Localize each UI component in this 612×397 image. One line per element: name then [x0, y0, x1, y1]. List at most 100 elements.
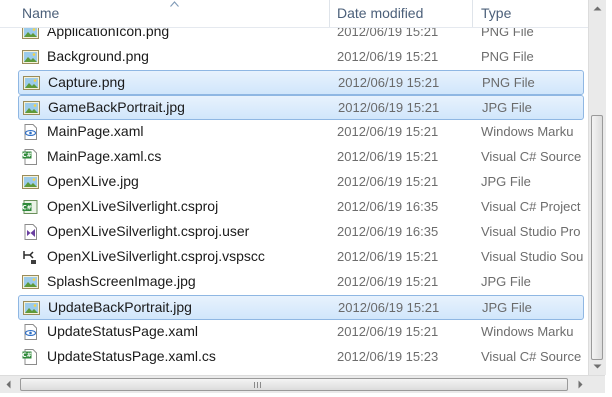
file-date-modified: 2012/06/19 15:21 [337, 249, 439, 264]
file-row[interactable]: C# OpenXLiveSilverlight.csproj 2012/06/19 … [18, 195, 584, 220]
xaml-icon [22, 124, 39, 140]
column-header-name[interactable]: Name [0, 0, 330, 27]
file-type: PNG File [481, 49, 534, 64]
file-name: UpdateStatusPage.xaml.cs [47, 348, 216, 364]
file-type: Visual C# Source [481, 349, 582, 364]
csharp-file-icon: C# [22, 149, 39, 165]
scrollbar-corner [605, 375, 612, 397]
file-name-cell[interactable]: C# OpenXLiveSilverlight.csproj [18, 195, 330, 218]
scroll-down-icon[interactable] [589, 358, 606, 375]
file-name: MainPage.xaml [47, 123, 144, 139]
file-date-modified: 2012/06/19 15:21 [337, 324, 439, 339]
file-date-modified: 2012/06/19 15:21 [337, 174, 439, 189]
file-name: SplashScreenImage.jpg [47, 273, 196, 289]
horizontal-scroll-thumb[interactable] [20, 378, 568, 391]
file-name-cell[interactable]: Background.png [18, 45, 330, 68]
svg-text:C#: C# [22, 205, 31, 212]
file-name: Capture.png [48, 74, 126, 90]
file-type: Visual Studio Pro [481, 224, 581, 239]
sort-ascending-icon [170, 1, 179, 7]
file-date-modified: 2012/06/19 15:23 [337, 349, 439, 364]
file-name: Background.png [47, 48, 149, 64]
file-type: Visual Studio Sou [481, 249, 584, 264]
file-name-cell[interactable]: UpdateStatusPage.xaml [18, 320, 330, 343]
file-name-cell[interactable]: UpdateBackPortrait.jpg [19, 296, 331, 319]
file-type: Windows Marku [481, 124, 574, 139]
xaml-icon [22, 324, 39, 340]
file-date-modified: 2012/06/19 15:21 [337, 49, 439, 64]
horizontal-scrollbar[interactable] [0, 375, 605, 393]
file-type: JPG File [482, 100, 532, 115]
column-header-date-modified[interactable]: Date modified [330, 0, 473, 27]
file-date-modified: 2012/06/19 15:21 [337, 274, 439, 289]
file-row[interactable]: OpenXLiveSilverlight.csproj.user 2012/06/… [18, 220, 584, 245]
file-date-modified: 2012/06/19 15:21 [338, 75, 440, 90]
csharp-project-icon: C# [22, 199, 39, 215]
file-row[interactable]: UpdateStatusPage.xaml 2012/06/19 15:21 Win… [18, 320, 584, 345]
svg-text:C#: C# [22, 152, 31, 159]
visual-studio-icon [22, 224, 39, 240]
image-icon [23, 75, 40, 91]
column-header-name-label: Name [22, 5, 60, 21]
file-name-cell[interactable]: OpenXLiveSilverlight.csproj.user [18, 220, 330, 243]
file-row[interactable]: SplashScreenImage.jpg 2012/06/19 15:21 JPG… [18, 270, 584, 295]
file-type: Visual C# Source [481, 149, 582, 164]
file-name: OpenXLiveSilverlight.csproj [47, 198, 219, 214]
file-name-cell[interactable]: Capture.png [19, 71, 331, 94]
file-date-modified: 2012/06/19 15:21 [338, 300, 440, 315]
file-name: UpdateStatusPage.xaml [47, 323, 198, 339]
file-name: MainPage.xaml.cs [47, 148, 162, 164]
file-name-cell[interactable]: SplashScreenImage.jpg [18, 270, 330, 293]
file-row[interactable]: GameBackPortrait.jpg 2012/06/19 15:21 JPG … [18, 95, 584, 120]
file-row[interactable]: C# MainPage.xaml.cs 2012/06/19 15:21 Visual… [18, 145, 584, 170]
column-header-date-label: Date modified [337, 5, 424, 21]
file-date-modified: 2012/06/19 16:35 [337, 199, 439, 214]
file-name: OpenXLiveSilverlight.csproj.user [47, 223, 250, 239]
file-name: GameBackPortrait.jpg [48, 99, 185, 115]
file-rows: ApplicationIcon.png 2012/06/19 15:21 PNG F… [0, 20, 588, 375]
file-name-cell[interactable]: C# MainPage.xaml.cs [18, 145, 330, 168]
file-type: Visual C# Project [481, 199, 581, 214]
file-type: JPG File [482, 300, 532, 315]
file-list-view: ApplicationIcon.png 2012/06/19 15:21 PNG F… [0, 0, 612, 397]
file-row[interactable]: C# UpdateStatusPage.xaml.cs 2012/06/19 15:… [18, 345, 584, 370]
image-icon [23, 300, 40, 316]
file-date-modified: 2012/06/19 15:21 [337, 124, 439, 139]
column-header-type-label: Type [481, 5, 512, 21]
file-row[interactable]: Background.png 2012/06/19 15:21 PNG File [18, 45, 584, 70]
column-header-bar: Name Date modified Type [0, 0, 588, 28]
file-row[interactable]: MainPage.xaml 2012/06/19 15:21 Windows Mar… [18, 120, 584, 145]
file-type: JPG File [481, 274, 531, 289]
file-name-cell[interactable]: OpenXLiveSilverlight.csproj.vspscc [18, 245, 330, 268]
scroll-up-icon[interactable] [589, 0, 606, 17]
scroll-left-icon[interactable] [0, 376, 17, 393]
file-name-cell[interactable]: MainPage.xaml [18, 120, 330, 143]
source-control-icon [22, 249, 39, 265]
image-icon [22, 274, 39, 290]
file-date-modified: 2012/06/19 16:35 [337, 224, 439, 239]
file-name-cell[interactable]: C# UpdateStatusPage.xaml.cs [18, 345, 330, 368]
file-name: OpenXLiveSilverlight.csproj.vspscc [47, 248, 265, 264]
grip-icon [254, 382, 261, 388]
file-name-cell[interactable]: OpenXLive.jpg [18, 170, 330, 193]
image-icon [23, 100, 40, 116]
csharp-file-icon: C# [22, 349, 39, 365]
vertical-scrollbar[interactable] [588, 0, 606, 375]
svg-text:C#: C# [22, 352, 31, 359]
file-row[interactable]: OpenXLiveSilverlight.csproj.vspscc 2012/0… [18, 245, 584, 270]
file-date-modified: 2012/06/19 15:21 [337, 149, 439, 164]
file-type: PNG File [482, 75, 535, 90]
file-name: OpenXLive.jpg [47, 173, 139, 189]
file-name-cell[interactable]: GameBackPortrait.jpg [19, 96, 331, 119]
file-row[interactable]: OpenXLive.jpg 2012/06/19 15:21 JPG File [18, 170, 584, 195]
image-icon [22, 49, 39, 65]
vertical-scroll-thumb[interactable] [591, 115, 603, 360]
file-name: UpdateBackPortrait.jpg [48, 299, 192, 315]
file-row[interactable]: Capture.png 2012/06/19 15:21 PNG File [18, 70, 584, 95]
scroll-right-icon[interactable] [572, 376, 589, 393]
column-header-type[interactable]: Type [473, 0, 588, 27]
file-type: JPG File [481, 174, 531, 189]
file-row[interactable]: UpdateBackPortrait.jpg 2012/06/19 15:21 JP… [18, 295, 584, 320]
file-date-modified: 2012/06/19 15:21 [338, 100, 440, 115]
image-icon [22, 174, 39, 190]
